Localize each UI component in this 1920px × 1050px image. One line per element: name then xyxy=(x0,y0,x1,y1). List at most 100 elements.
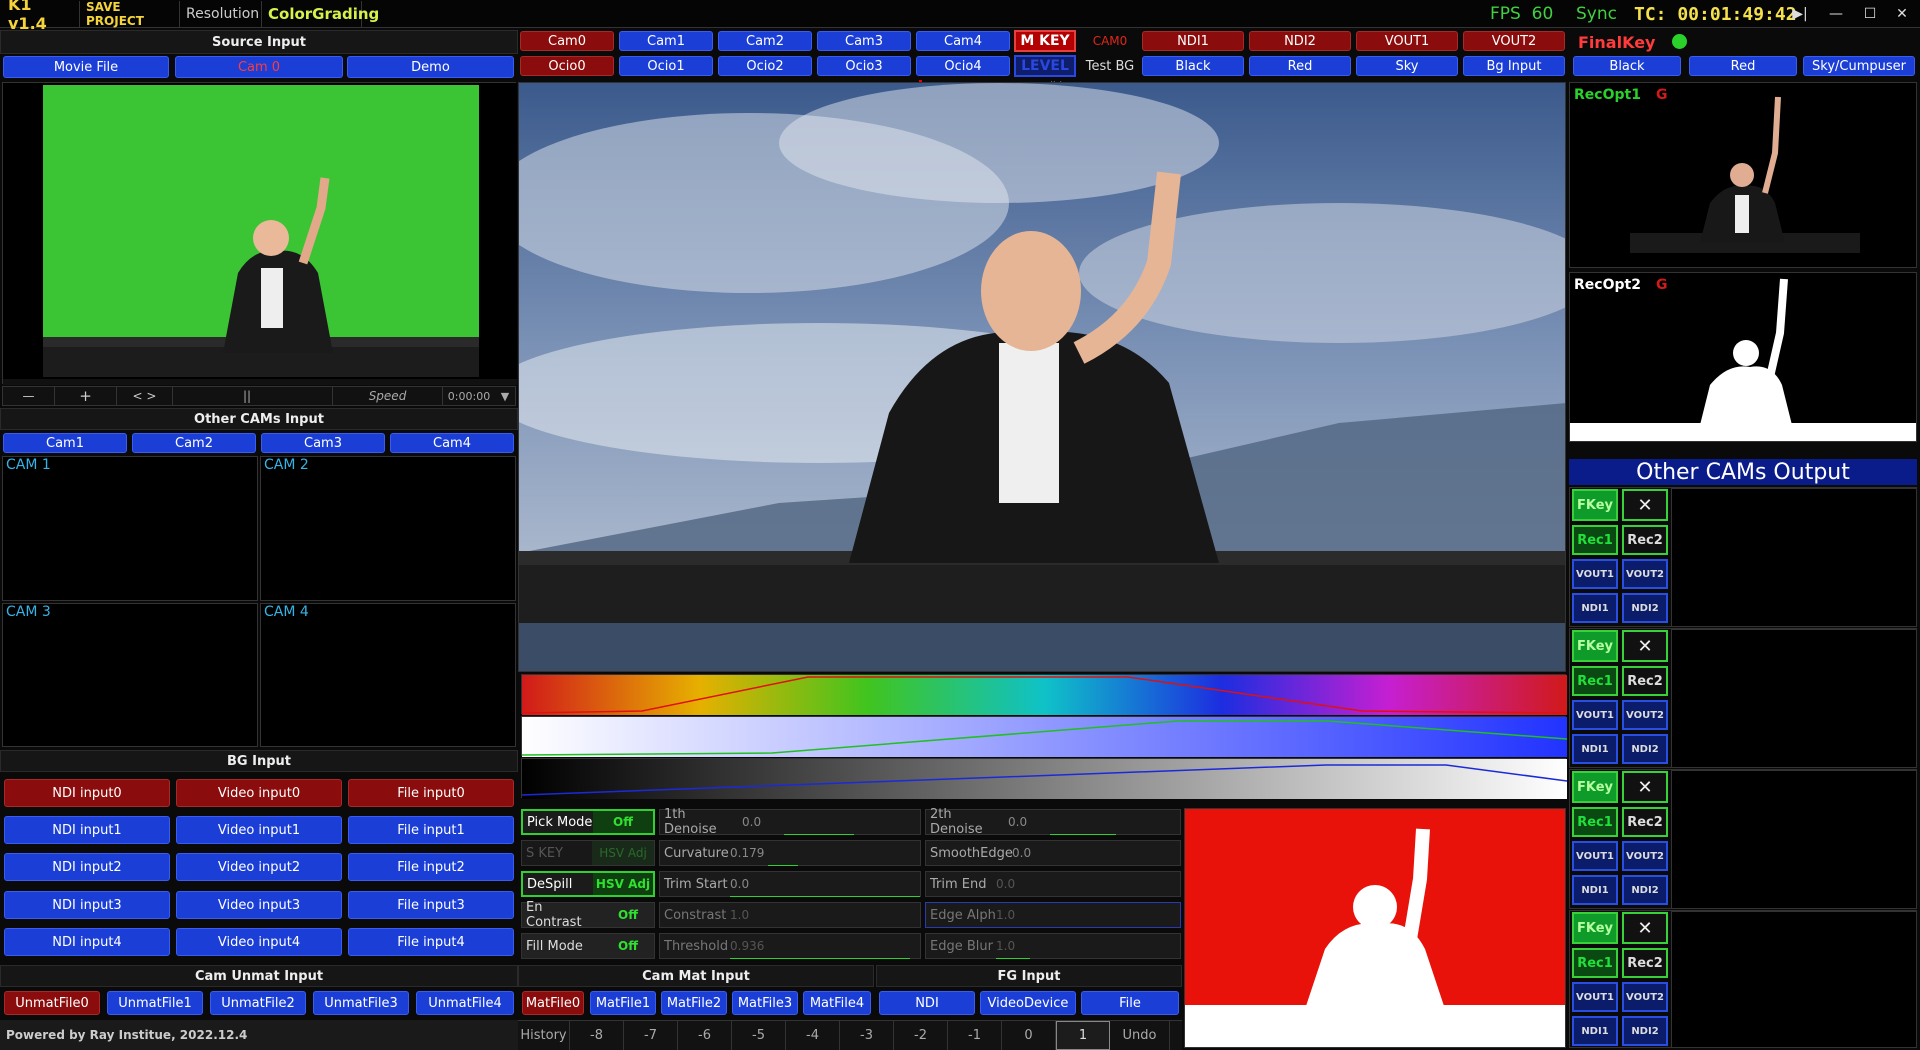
ndi-input2-button[interactable]: NDI input2 xyxy=(4,853,170,881)
ndi2-output-button[interactable]: NDI2 xyxy=(1249,31,1351,51)
history-step-0[interactable]: 0 xyxy=(1002,1021,1056,1050)
close-output-2-icon[interactable]: ✕ xyxy=(1622,630,1668,662)
constrast-value[interactable]: 1.0 xyxy=(730,908,770,922)
fkey-button-4[interactable]: FKey xyxy=(1572,912,1618,944)
vout2-button-4[interactable]: VOUT2 xyxy=(1622,982,1668,1012)
swap-button[interactable]: < > xyxy=(117,387,173,405)
vout2-output-button[interactable]: VOUT2 xyxy=(1463,31,1565,51)
final-key-black-button[interactable]: Black xyxy=(1573,56,1681,76)
rec2-button-4[interactable]: Rec2 xyxy=(1622,948,1668,978)
rec1-button-1[interactable]: Rec1 xyxy=(1572,525,1618,555)
final-key-sky-button[interactable]: Sky/Cumpuser xyxy=(1803,56,1915,76)
pick-mode-toggle[interactable]: Pick Mode Off xyxy=(521,809,655,835)
history-step-m8[interactable]: -8 xyxy=(570,1021,624,1050)
demo-button[interactable]: Demo xyxy=(347,56,514,78)
vout1-button-1[interactable]: VOUT1 xyxy=(1572,559,1618,589)
other-cam3-button[interactable]: Cam3 xyxy=(261,433,385,453)
test-bg-input-button[interactable]: Bg Input xyxy=(1463,56,1565,76)
rec1-button-3[interactable]: Rec1 xyxy=(1572,807,1618,837)
ndi1-output-button[interactable]: NDI1 xyxy=(1142,31,1244,51)
movie-file-button[interactable]: Movie File xyxy=(3,56,169,78)
mat-file2-button[interactable]: MatFile2 xyxy=(661,991,727,1015)
vout2-button-1[interactable]: VOUT2 xyxy=(1622,559,1668,589)
edge-alph-value[interactable]: 1.0 xyxy=(996,908,1036,922)
despill-value[interactable]: HSV Adj xyxy=(593,873,653,895)
denoise1-slider[interactable]: 1th Denoise 0.0 xyxy=(659,807,921,837)
save-project-button[interactable]: SAVE PROJECT xyxy=(80,0,180,28)
edge-blur-value[interactable]: 1.0 xyxy=(996,939,1036,953)
luminance-curve-strip[interactable] xyxy=(521,758,1568,799)
history-step-m4[interactable]: -4 xyxy=(786,1021,840,1050)
minimize-icon[interactable]: — xyxy=(1820,0,1852,28)
saturation-curve-strip[interactable] xyxy=(521,716,1568,757)
trim-end-value[interactable]: 0.0 xyxy=(996,877,1036,891)
ocio4-button[interactable]: Ocio4 xyxy=(916,56,1010,76)
ndi1-button-3[interactable]: NDI1 xyxy=(1572,875,1618,905)
rec1-button-4[interactable]: Rec1 xyxy=(1572,948,1618,978)
ndi-input0-button[interactable]: NDI input0 xyxy=(4,779,170,807)
rec1-button-2[interactable]: Rec1 xyxy=(1572,666,1618,696)
ocio3-button[interactable]: Ocio3 xyxy=(817,56,911,76)
pick-mode-value[interactable]: Off xyxy=(593,811,653,833)
smooth-edge-slider[interactable]: SmoothEdge 0.0 xyxy=(925,840,1181,866)
ocio2-button[interactable]: Ocio2 xyxy=(718,56,812,76)
hue-curve-strip[interactable] xyxy=(521,674,1568,715)
video-input2-button[interactable]: Video input2 xyxy=(176,853,342,881)
final-key-red-button[interactable]: Red xyxy=(1689,56,1797,76)
vout1-output-button[interactable]: VOUT1 xyxy=(1356,31,1458,51)
cam0-top-button[interactable]: Cam0 xyxy=(520,31,614,51)
history-step-m6[interactable]: -6 xyxy=(678,1021,732,1050)
rec2-button-1[interactable]: Rec2 xyxy=(1622,525,1668,555)
edge-alph-slider[interactable]: Edge Alph 1.0 xyxy=(925,902,1181,928)
vout2-button-3[interactable]: VOUT2 xyxy=(1622,841,1668,871)
history-step-m3[interactable]: -3 xyxy=(840,1021,894,1050)
fill-mode-toggle[interactable]: Fill Mode Off xyxy=(521,933,655,959)
vout2-button-2[interactable]: VOUT2 xyxy=(1622,700,1668,730)
fg-ndi-button[interactable]: NDI xyxy=(879,991,975,1015)
other-cam1-button[interactable]: Cam1 xyxy=(3,433,127,453)
fkey-button-1[interactable]: FKey xyxy=(1572,489,1618,521)
video-input1-button[interactable]: Video input1 xyxy=(176,816,342,844)
ndi2-button-2[interactable]: NDI2 xyxy=(1622,734,1668,764)
denoise1-value[interactable]: 0.0 xyxy=(742,815,782,829)
close-icon[interactable]: ✕ xyxy=(1886,0,1918,28)
ndi1-button-1[interactable]: NDI1 xyxy=(1572,593,1618,623)
unmat-file1-button[interactable]: UnmatFile1 xyxy=(107,991,203,1015)
mat-file1-button[interactable]: MatFile1 xyxy=(590,991,656,1015)
ndi1-button-2[interactable]: NDI1 xyxy=(1572,734,1618,764)
rec2-button-3[interactable]: Rec2 xyxy=(1622,807,1668,837)
rec2-button-2[interactable]: Rec2 xyxy=(1622,666,1668,696)
trim-start-slider[interactable]: Trim Start 0.0 xyxy=(659,871,921,897)
threshold-value[interactable]: 0.936 xyxy=(730,939,770,953)
speed-dropdown-icon[interactable]: ▼ xyxy=(495,387,515,405)
vout1-button-4[interactable]: VOUT1 xyxy=(1572,982,1618,1012)
file-input2-button[interactable]: File input2 xyxy=(348,853,514,881)
file-input1-button[interactable]: File input1 xyxy=(348,816,514,844)
fill-mode-value[interactable]: Off xyxy=(602,934,654,958)
denoise2-value[interactable]: 0.0 xyxy=(1008,815,1048,829)
luminance-curve[interactable] xyxy=(521,759,1568,799)
smooth-edge-value[interactable]: 0.0 xyxy=(1012,846,1052,860)
other-cam2-button[interactable]: Cam2 xyxy=(132,433,256,453)
close-output-4-icon[interactable]: ✕ xyxy=(1622,912,1668,944)
maximize-icon[interactable]: ☐ xyxy=(1854,0,1886,28)
history-step-m1[interactable]: -1 xyxy=(948,1021,1002,1050)
cam4-top-button[interactable]: Cam4 xyxy=(916,31,1010,51)
fg-file-button[interactable]: File xyxy=(1081,991,1179,1015)
ocio1-button[interactable]: Ocio1 xyxy=(619,56,713,76)
cam2-top-button[interactable]: Cam2 xyxy=(718,31,812,51)
file-input0-button[interactable]: File input0 xyxy=(348,779,514,807)
timeline-scrubber[interactable]: || xyxy=(173,387,333,405)
fkey-button-3[interactable]: FKey xyxy=(1572,771,1618,803)
mat-file4-button[interactable]: MatFile4 xyxy=(803,991,871,1015)
vout1-button-3[interactable]: VOUT1 xyxy=(1572,841,1618,871)
ndi2-button-1[interactable]: NDI2 xyxy=(1622,593,1668,623)
minus-button[interactable]: — xyxy=(3,387,55,405)
saturation-curve[interactable] xyxy=(521,717,1568,757)
en-contrast-toggle[interactable]: En Contrast Off xyxy=(521,900,655,930)
unmat-file0-button[interactable]: UnmatFile0 xyxy=(4,991,100,1015)
en-contrast-value[interactable]: Off xyxy=(602,903,654,927)
video-input0-button[interactable]: Video input0 xyxy=(176,779,342,807)
ndi2-button-3[interactable]: NDI2 xyxy=(1622,875,1668,905)
fg-video-device-button[interactable]: VideoDevice xyxy=(980,991,1076,1015)
